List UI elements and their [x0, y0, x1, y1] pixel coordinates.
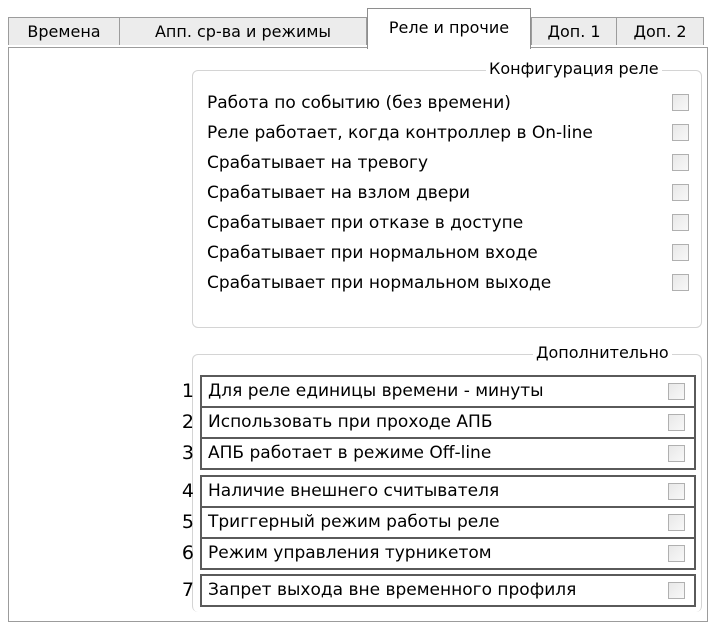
tab-hardware-modes[interactable]: Апп. ср-ва и режимы [119, 17, 367, 45]
relay-option-label: Срабатывает при нормальном входе [207, 243, 538, 263]
item-number: 4 [181, 480, 194, 502]
item-number: 1 [181, 380, 194, 402]
item-number: 2 [181, 411, 194, 433]
item-number: 5 [181, 511, 194, 533]
additional-option-row: Триггерный режим работы реле [200, 506, 696, 539]
relay-option-checkbox[interactable] [672, 124, 689, 141]
additional-option-checkbox[interactable] [668, 545, 685, 562]
tab-times[interactable]: Времена [8, 17, 120, 45]
item-number: 7 [181, 579, 194, 601]
additional-option-label: Триггерный режим работы реле [208, 512, 500, 532]
additional-option-checkbox[interactable] [668, 383, 685, 400]
additional-option-checkbox[interactable] [668, 414, 685, 431]
relay-option-row: Срабатывает при нормальном выходе [207, 268, 551, 298]
relay-option-checkbox[interactable] [672, 274, 689, 291]
additional-option-checkbox[interactable] [668, 483, 685, 500]
additional-option-label: Наличие внешнего считывателя [208, 481, 500, 501]
relay-option-label: Реле работает, когда контроллер в On-lin… [207, 123, 593, 143]
additional-option-label: Использовать при проходе АПБ [208, 412, 493, 432]
additional-option-checkbox[interactable] [668, 582, 685, 599]
additional-option-label: Для реле единицы времени - минуты [208, 381, 544, 401]
relay-option-checkbox[interactable] [672, 94, 689, 111]
additional-option-row: Использовать при проходе АПБ [200, 406, 696, 439]
relay-option-label: Работа по событию (без времени) [207, 93, 511, 113]
additional-option-row: АПБ работает в режиме Off-line [200, 437, 696, 470]
relay-option-row: Срабатывает на взлом двери [207, 178, 470, 208]
relay-option-row: Реле работает, когда контроллер в On-lin… [207, 118, 593, 148]
relay-option-label: Срабатывает на взлом двери [207, 183, 471, 203]
relay-option-label: Срабатывает при отказе в доступе [207, 213, 524, 233]
additional-option-row: Наличие внешнего считывателя [200, 475, 696, 508]
relay-option-checkbox[interactable] [672, 244, 689, 261]
additional-option-row: Режим управления турникетом [200, 537, 696, 570]
relay-option-row: Срабатывает при отказе в доступе [207, 208, 523, 238]
relay-option-checkbox[interactable] [672, 154, 689, 171]
relay-option-row: Срабатывает при нормальном входе [207, 238, 538, 268]
relay-config-title: Конфигурация реле [486, 59, 662, 78]
additional-option-checkbox[interactable] [668, 445, 685, 462]
relay-option-checkbox[interactable] [672, 214, 689, 231]
tab-relay-other[interactable]: Реле и прочие [367, 8, 531, 49]
additional-option-label: Запрет выхода вне временного профиля [208, 580, 577, 600]
relay-option-label: Срабатывает при нормальном выходе [207, 273, 552, 293]
tab-extra-1[interactable]: Доп. 1 [531, 17, 617, 45]
additional-option-label: АПБ работает в режиме Off-line [208, 443, 492, 463]
additional-option-label: Режим управления турникетом [208, 543, 492, 563]
relay-option-label: Срабатывает на тревогу [207, 153, 429, 173]
tab-extra-2[interactable]: Доп. 2 [616, 17, 704, 45]
additional-title: Дополнительно [533, 343, 672, 362]
additional-option-row: Запрет выхода вне временного профиля [200, 574, 696, 607]
additional-option-checkbox[interactable] [668, 514, 685, 531]
additional-option-row: Для реле единицы времени - минуты [200, 375, 696, 408]
item-number: 6 [181, 542, 194, 564]
relay-option-row: Срабатывает на тревогу [207, 148, 428, 178]
relay-option-checkbox[interactable] [672, 184, 689, 201]
relay-option-row: Работа по событию (без времени) [207, 88, 511, 118]
item-number: 3 [181, 442, 194, 464]
